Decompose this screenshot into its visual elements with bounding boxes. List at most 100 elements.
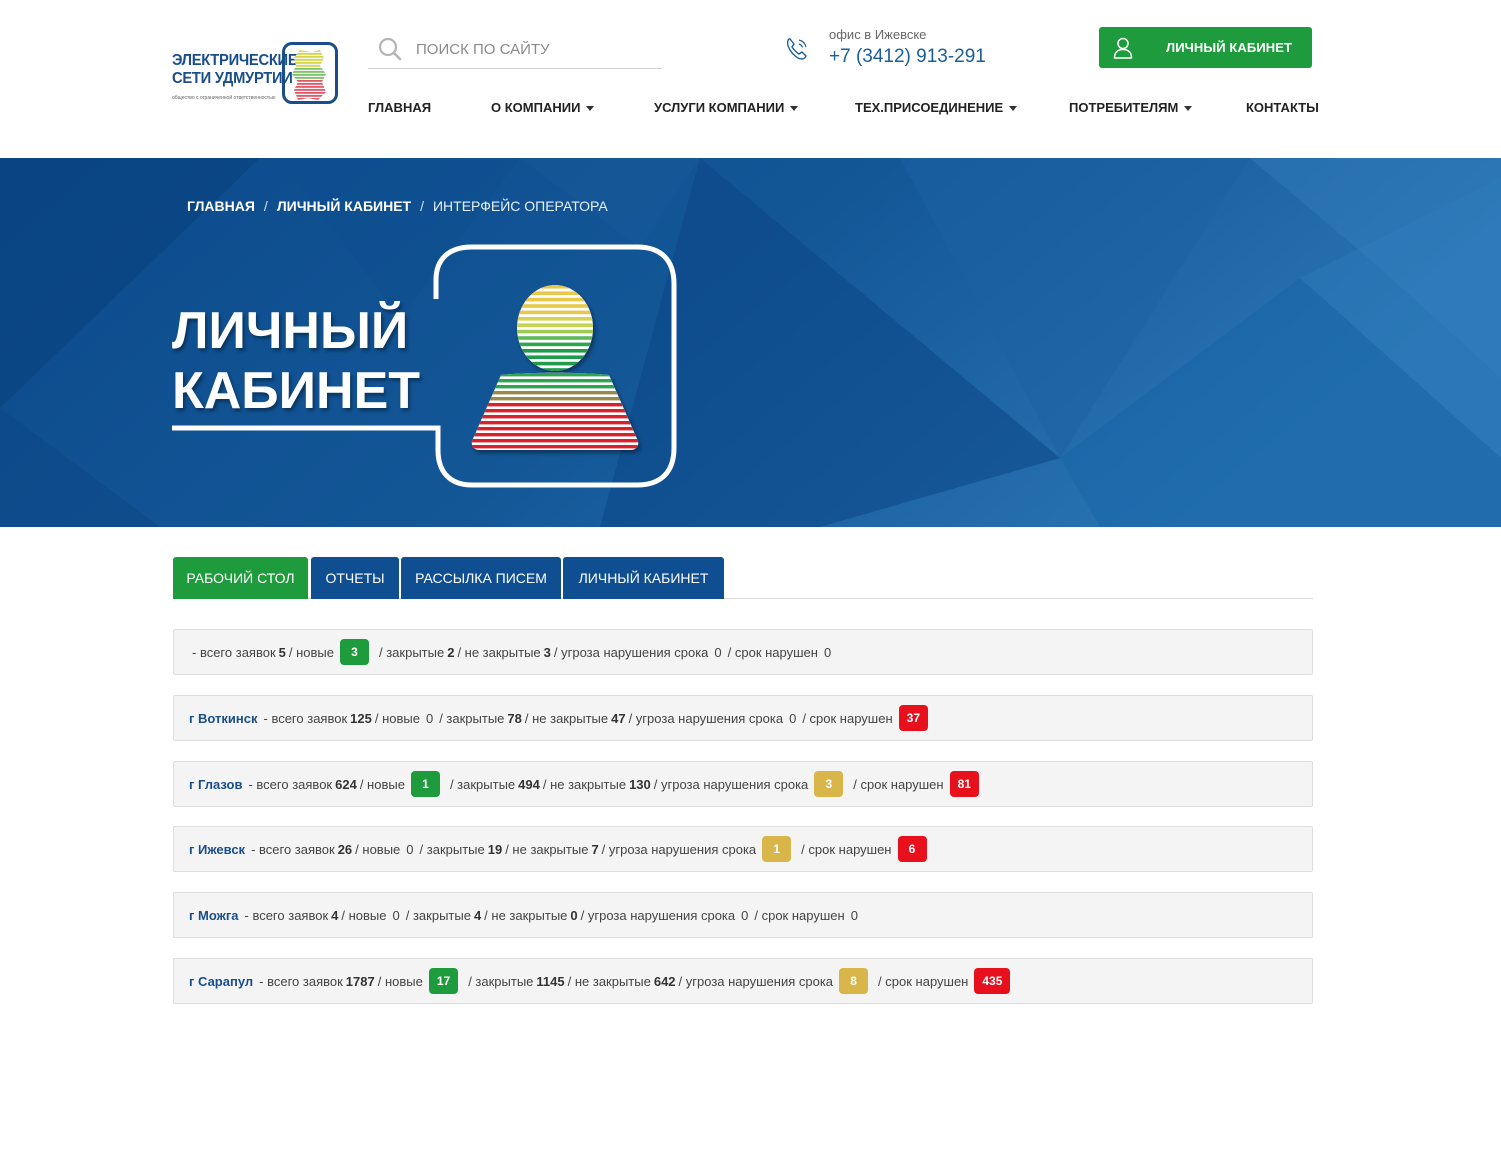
total-value: 4 bbox=[331, 907, 339, 923]
nav-services-label: УСЛУГИ КОМПАНИИ bbox=[654, 100, 785, 115]
breadcrumb: ГЛАВНАЯ / ЛИЧНЫЙ КАБИНЕТ / ИНТЕРФЕЙС ОПЕРАТО… bbox=[187, 198, 608, 214]
operator-tabs: РАБОЧИЙ СТОЛ ОТЧЕТЫ РАССЫЛКА ПИСЕМ ЛИЧНЫ… bbox=[173, 557, 1313, 599]
threat-badge[interactable]: 8 bbox=[839, 968, 869, 994]
closed-label: / закрытые bbox=[468, 973, 534, 989]
violated-badge[interactable]: 435 bbox=[974, 968, 1011, 994]
total-label: - всего заявок bbox=[244, 907, 329, 923]
office-phone[interactable]: +7 (3412) 913-291 bbox=[829, 46, 986, 68]
search-icon[interactable] bbox=[378, 37, 402, 61]
closed-value: 2 bbox=[447, 644, 455, 660]
closed-label: / закрытые bbox=[449, 776, 516, 792]
stats-row: г Ижевск - всего заявок 26/ новые 0 / закрыт… bbox=[173, 826, 1313, 872]
site-header: ЭЛЕКТРИЧЕСКИЕ СЕТИ УДМУРТИИ общество с о… bbox=[0, 0, 1501, 158]
new-badge[interactable]: 3 bbox=[340, 639, 369, 665]
new-badge[interactable]: 17 bbox=[428, 968, 459, 994]
personal-cabinet-button[interactable]: ЛИЧНЫЙ КАБИНЕТ bbox=[1099, 27, 1312, 68]
user-icon bbox=[1113, 37, 1133, 59]
threat-label: / угроза нарушения срока bbox=[628, 710, 784, 726]
logo-line-1: ЭЛЕКТРИЧЕСКИЕ bbox=[172, 52, 298, 69]
new-label: / новые bbox=[374, 710, 420, 726]
open-label: / не закрытые bbox=[524, 710, 609, 726]
violated-label: / срок нарушен bbox=[853, 776, 944, 792]
open-label: / не закрытые bbox=[457, 644, 541, 660]
company-logo[interactable]: ЭЛЕКТРИЧЕСКИЕ СЕТИ УДМУРТИИ общество с о… bbox=[172, 40, 340, 108]
tab-reports[interactable]: ОТЧЕТЫ bbox=[311, 557, 399, 599]
open-value: 130 bbox=[629, 776, 651, 792]
threat-label: / угроза нарушения срока bbox=[580, 907, 736, 923]
violated-label: / срок нарушен bbox=[878, 973, 969, 989]
stats-row-content: г Глазов - всего заявок 624/ новые 1 / закры… bbox=[189, 762, 986, 806]
stats-row: - всего заявок 5/ новые 3 / закрытые 2/ не з… bbox=[173, 629, 1313, 675]
total-value: 1787 bbox=[345, 973, 375, 989]
open-label: / не закрытые bbox=[542, 776, 627, 792]
caret-down-icon bbox=[1184, 106, 1193, 112]
tab-cabinet[interactable]: ЛИЧНЫЙ КАБИНЕТ bbox=[563, 557, 724, 599]
nav-consumers[interactable]: ПОТРЕБИТЕЛЯМ bbox=[1069, 100, 1193, 115]
violated-badge[interactable]: 37 bbox=[898, 705, 928, 731]
closed-value: 1145 bbox=[536, 973, 565, 989]
breadcrumb-home[interactable]: ГЛАВНАЯ bbox=[187, 198, 255, 214]
open-label: / не закрытые bbox=[567, 973, 651, 989]
nav-tech-label: ТЕХ.ПРИСОЕДИНЕНИЕ bbox=[855, 100, 1004, 115]
cabinet-button-label: ЛИЧНЫЙ КАБИНЕТ bbox=[1166, 40, 1293, 55]
city-link[interactable]: г Ижевск bbox=[189, 842, 245, 857]
nav-tech[interactable]: ТЕХ.ПРИСОЕДИНЕНИЕ bbox=[855, 100, 1018, 115]
closed-label: / закрытые bbox=[419, 841, 485, 857]
city-link[interactable]: г Можга bbox=[189, 908, 239, 923]
threat-badge[interactable]: 3 bbox=[814, 771, 844, 797]
nav-about[interactable]: О КОМПАНИИ bbox=[491, 100, 595, 115]
udmurtia-map-icon bbox=[292, 50, 326, 100]
total-value: 624 bbox=[335, 776, 357, 792]
city-link[interactable]: г Глазов bbox=[189, 777, 242, 792]
nav-services[interactable]: УСЛУГИ КОМПАНИИ bbox=[654, 100, 799, 115]
violated-label: / срок нарушен bbox=[801, 841, 892, 857]
new-value: 0 bbox=[392, 907, 400, 923]
stats-row-content: - всего заявок 5/ новые 3 / закрытые 2/ не з… bbox=[189, 630, 834, 674]
closed-label: / закрытые bbox=[379, 644, 445, 660]
caret-down-icon bbox=[790, 106, 799, 112]
violated-value: 0 bbox=[823, 644, 832, 660]
new-value: 0 bbox=[406, 841, 414, 857]
threat-value: 0 bbox=[789, 710, 797, 726]
violated-label: / срок нарушен bbox=[727, 644, 818, 660]
stats-row-content: г Ижевск - всего заявок 26/ новые 0 / закрыт… bbox=[189, 827, 934, 871]
search-input[interactable] bbox=[416, 36, 656, 62]
nav-contacts[interactable]: КОНТАКТЫ bbox=[1246, 100, 1319, 115]
new-label: / новые bbox=[341, 907, 387, 923]
tab-mailing[interactable]: РАССЫЛКА ПИСЕМ bbox=[401, 557, 561, 599]
hero-title-line-1: ЛИЧНЫЙ bbox=[172, 302, 409, 360]
breadcrumb-cabinet[interactable]: ЛИЧНЫЙ КАБИНЕТ bbox=[277, 198, 411, 214]
new-label: / новые bbox=[359, 776, 405, 792]
office-label: офис в Ижевске bbox=[829, 27, 927, 42]
breadcrumb-separator: / bbox=[263, 198, 268, 214]
open-value: 642 bbox=[653, 973, 676, 989]
violated-label: / срок нарушен bbox=[802, 710, 893, 726]
violated-value: 0 bbox=[850, 907, 858, 923]
total-value: 125 bbox=[350, 710, 372, 726]
city-link[interactable]: г Сарапул bbox=[189, 974, 253, 989]
threat-badge[interactable]: 1 bbox=[762, 836, 792, 862]
closed-value: 78 bbox=[507, 710, 522, 726]
stats-row-content: г Сарапул - всего заявок 1787/ новые 17 / за… bbox=[189, 959, 1017, 1003]
logo-line-2: СЕТИ УДМУРТИИ bbox=[172, 70, 293, 87]
tab-desk[interactable]: РАБОЧИЙ СТОЛ bbox=[173, 557, 308, 599]
new-badge[interactable]: 1 bbox=[410, 771, 440, 797]
total-label: - всего заявок bbox=[248, 776, 333, 792]
closed-value: 19 bbox=[487, 841, 503, 857]
logo-text: ЭЛЕКТРИЧЕСКИЕ СЕТИ УДМУРТИИ bbox=[172, 52, 298, 88]
nav-contacts-label: КОНТАКТЫ bbox=[1246, 100, 1319, 115]
violated-badge[interactable]: 6 bbox=[897, 836, 927, 862]
new-label: / новые bbox=[288, 644, 334, 660]
threat-label: / угроза нарушения срока bbox=[601, 841, 757, 857]
nav-home[interactable]: ГЛАВНАЯ bbox=[368, 100, 431, 115]
hero-banner: ГЛАВНАЯ / ЛИЧНЫЙ КАБИНЕТ / ИНТЕРФЕЙС ОПЕРАТО… bbox=[0, 158, 1501, 527]
closed-label: / закрытые bbox=[439, 710, 505, 726]
total-value: 5 bbox=[278, 644, 286, 660]
stats-row: г Можга - всего заявок 4/ новые 0 / закрытые… bbox=[173, 892, 1313, 938]
closed-label: / закрытые bbox=[405, 907, 471, 923]
violated-badge[interactable]: 81 bbox=[949, 771, 979, 797]
nav-consumers-label: ПОТРЕБИТЕЛЯМ bbox=[1069, 100, 1179, 115]
open-label: / не закрытые bbox=[484, 907, 568, 923]
new-label: / новые bbox=[355, 841, 401, 857]
city-link[interactable]: г Воткинск bbox=[189, 711, 258, 726]
